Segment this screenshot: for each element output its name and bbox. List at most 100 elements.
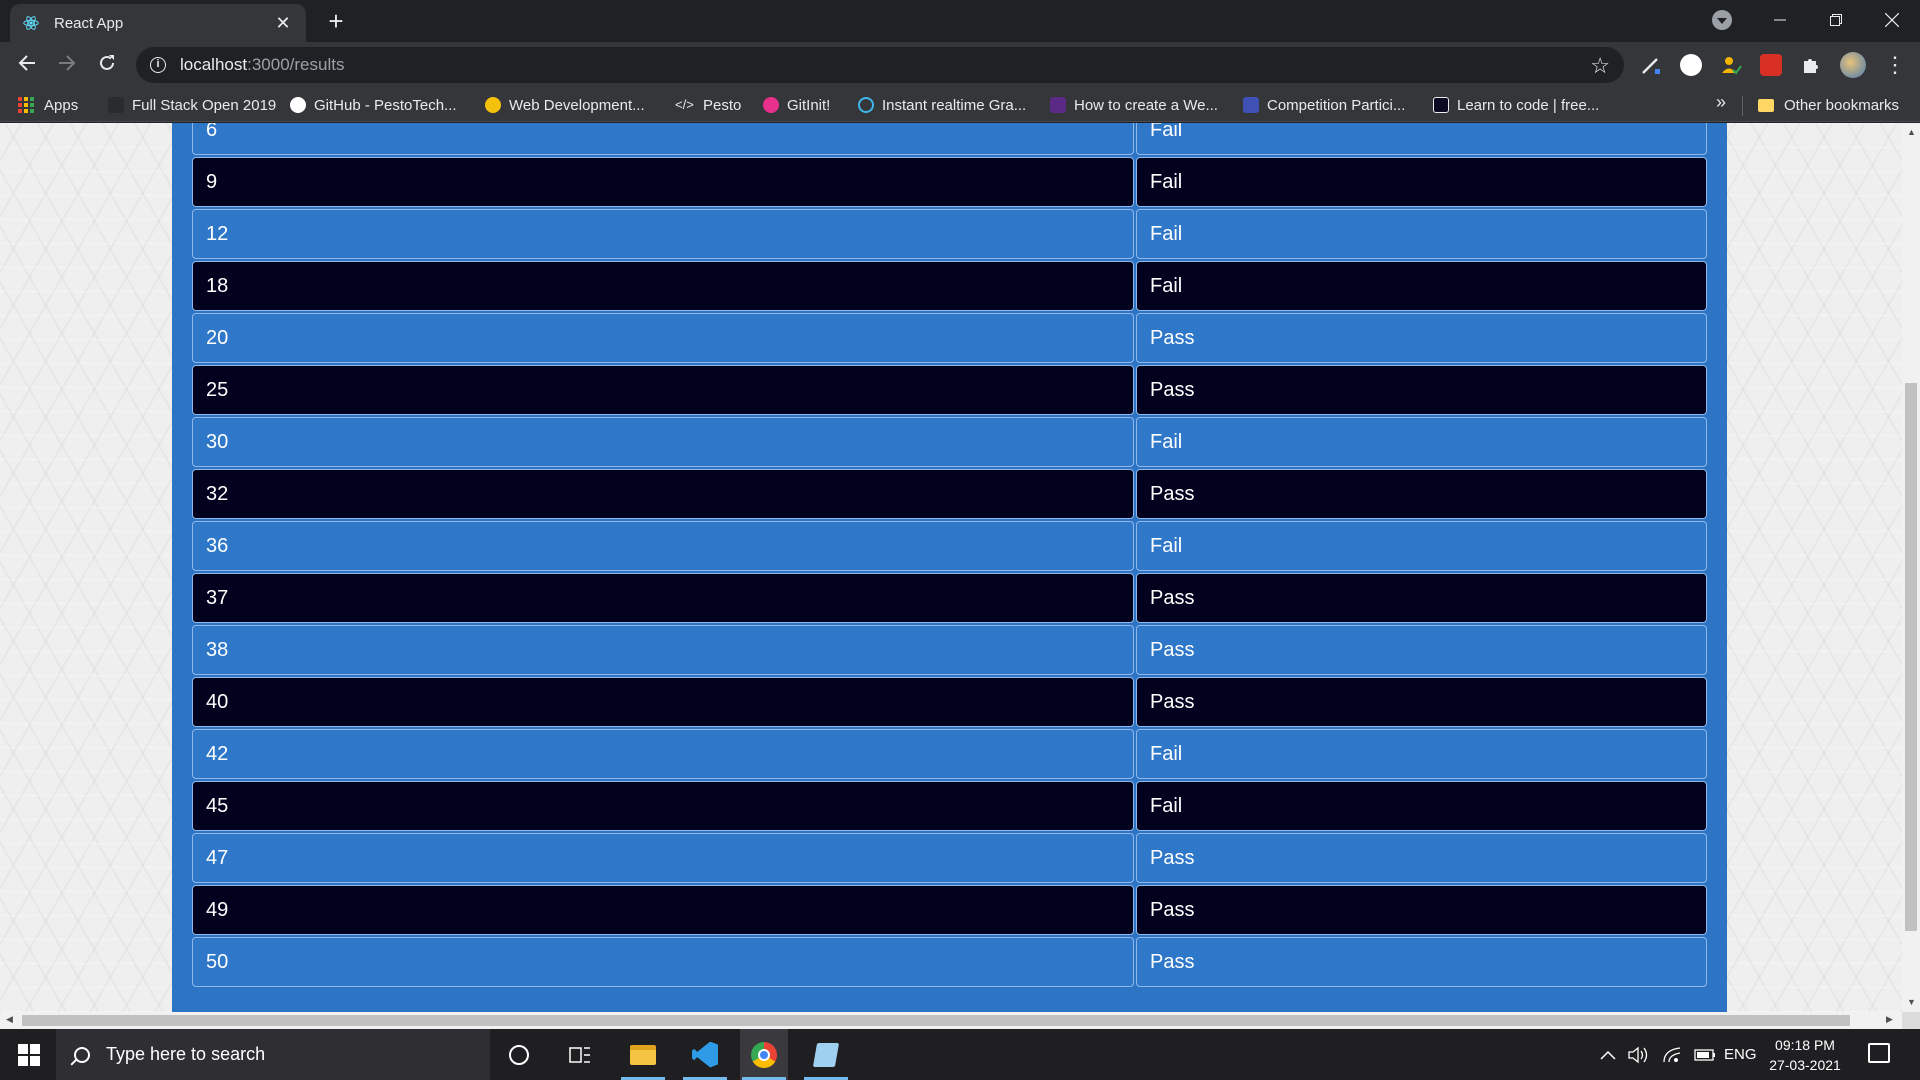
scroll-left-icon[interactable]: ◀: [6, 1014, 13, 1025]
bookmarks-bar: Apps Full Stack Open 2019 GitHub - Pesto…: [0, 88, 1920, 122]
clock-time: 09:18 PM: [1775, 1037, 1835, 1053]
taskbar-search-box[interactable]: Type here to search: [56, 1029, 490, 1080]
address-bar[interactable]: i localhost:3000/results ☆: [136, 47, 1624, 83]
bookmark-pesto[interactable]: </> Pesto: [675, 94, 741, 116]
volume-icon[interactable]: [1628, 1029, 1650, 1080]
site-info-icon[interactable]: i: [150, 57, 166, 73]
result-row: 9 Fail: [192, 157, 1707, 207]
result-number-cell: 9: [192, 157, 1134, 207]
scroll-up-icon[interactable]: ▲: [1907, 127, 1916, 137]
result-row: 49 Pass: [192, 885, 1707, 935]
close-window-icon[interactable]: [1864, 0, 1920, 40]
bookmark-label: How to create a We...: [1074, 96, 1218, 114]
file-explorer-icon[interactable]: [619, 1029, 667, 1080]
url-path: :3000/results: [247, 55, 345, 74]
bookmark-how-to-create[interactable]: How to create a We...: [1050, 94, 1218, 116]
bookmark-label: Web Development...: [509, 96, 645, 114]
result-status-cell: Fail: [1136, 157, 1707, 207]
vertical-scroll-thumb[interactable]: [1905, 383, 1917, 931]
result-row: 36 Fail: [192, 521, 1707, 571]
result-number-cell: 47: [192, 833, 1134, 883]
more-bookmarks-button[interactable]: »: [1716, 92, 1726, 113]
react-icon: [23, 16, 39, 30]
result-row: 20 Pass: [192, 313, 1707, 363]
result-number-cell: 45: [192, 781, 1134, 831]
reload-icon[interactable]: [92, 50, 122, 80]
scroll-right-icon[interactable]: ▶: [1886, 1014, 1893, 1025]
result-number-cell: 18: [192, 261, 1134, 311]
pen-extension-icon[interactable]: [1640, 54, 1662, 76]
url-host: localhost: [180, 55, 248, 74]
search-placeholder: Type here to search: [106, 1044, 266, 1064]
result-number-cell: 40: [192, 677, 1134, 727]
task-view-icon[interactable]: [556, 1029, 604, 1080]
bookmark-page-icon: [485, 97, 501, 113]
cortana-icon[interactable]: [495, 1029, 543, 1080]
browser-tab[interactable]: React App ✕: [10, 4, 306, 42]
bookmark-gitinit[interactable]: GitInit!: [763, 94, 830, 116]
bookmark-label: Instant realtime Gra...: [882, 96, 1027, 114]
result-row: 12 Fail: [192, 209, 1707, 259]
extensions-puzzle-icon[interactable]: [1800, 54, 1822, 76]
result-number-cell: 6: [192, 123, 1134, 155]
chrome-icon[interactable]: [740, 1029, 788, 1080]
back-icon[interactable]: [12, 50, 42, 80]
bookmarks-divider: [1742, 96, 1743, 116]
horizontal-scroll-thumb[interactable]: [22, 1015, 1850, 1026]
bookmark-star-icon[interactable]: ☆: [1590, 53, 1610, 79]
bookmark-label: GitHub - PestoTech...: [314, 96, 457, 114]
language-indicator[interactable]: ENG: [1724, 1029, 1757, 1080]
result-status-cell: Fail: [1136, 521, 1707, 571]
result-status-cell: Pass: [1136, 573, 1707, 623]
close-tab-icon[interactable]: ✕: [272, 13, 294, 34]
hasura-icon: [858, 97, 874, 113]
result-status-cell: Pass: [1136, 885, 1707, 935]
bookmark-apps[interactable]: Apps: [18, 94, 78, 116]
notifications-icon[interactable]: [1868, 1043, 1890, 1063]
new-tab-button[interactable]: +: [322, 8, 350, 36]
bookmark-full-stack-open[interactable]: Full Stack Open 2019: [108, 94, 276, 116]
tab-search-icon[interactable]: [1712, 10, 1732, 30]
calendar-icon: [1243, 97, 1259, 113]
vscode-icon[interactable]: [681, 1029, 729, 1080]
bookmark-label: Other bookmarks: [1784, 96, 1900, 114]
user-sync-extension-icon[interactable]: [1720, 54, 1742, 76]
bookmark-page-icon: [108, 97, 124, 113]
result-status-cell: Pass: [1136, 833, 1707, 883]
other-bookmarks-folder[interactable]: Other bookmarks: [1758, 94, 1899, 116]
tab-title: React App: [54, 14, 124, 32]
scroll-down-icon[interactable]: ▼: [1907, 997, 1916, 1007]
bookmark-web-development[interactable]: Web Development...: [485, 94, 645, 116]
profile-extension-icon[interactable]: [1680, 54, 1702, 76]
result-row: 6 Fail: [192, 123, 1707, 155]
horizontal-scrollbar[interactable]: ◀ ▶: [0, 1012, 1902, 1029]
bookmark-competition[interactable]: Competition Partici...: [1243, 94, 1405, 116]
bookmark-github[interactable]: GitHub - PestoTech...: [290, 94, 457, 116]
show-hidden-icons-icon[interactable]: [1600, 1029, 1616, 1080]
wifi-icon[interactable]: [1662, 1029, 1682, 1080]
menu-kebab-icon[interactable]: ⋮: [1880, 50, 1910, 80]
vertical-scrollbar[interactable]: ▲ ▼: [1902, 123, 1920, 1012]
bookmark-label: Full Stack Open 2019: [132, 96, 277, 114]
forward-icon[interactable]: [52, 50, 82, 80]
result-row: 42 Fail: [192, 729, 1707, 779]
result-status-cell: Pass: [1136, 937, 1707, 987]
windows-start-icon[interactable]: [18, 1044, 40, 1066]
tab-strip: React App ✕ +: [0, 0, 1920, 42]
result-number-cell: 25: [192, 365, 1134, 415]
battery-icon[interactable]: [1694, 1029, 1716, 1080]
bookmark-freecodecamp[interactable]: Learn to code | free...: [1433, 94, 1599, 116]
search-icon: [74, 1046, 90, 1063]
bookmark-hasura[interactable]: Instant realtime Gra...: [858, 94, 1026, 116]
windows-taskbar: Type here to search ENG 09:18 PM 27-03-2…: [0, 1029, 1920, 1080]
result-number-cell: 50: [192, 937, 1134, 987]
notes-app-icon[interactable]: [802, 1029, 850, 1080]
avatar[interactable]: [1840, 52, 1866, 78]
restore-icon[interactable]: [1808, 0, 1864, 40]
red-extension-icon[interactable]: [1760, 54, 1782, 76]
result-number-cell: 12: [192, 209, 1134, 259]
taskbar-clock[interactable]: 09:18 PM 27-03-2021: [1760, 1035, 1850, 1075]
result-row: 40 Pass: [192, 677, 1707, 727]
minimize-icon[interactable]: [1752, 0, 1808, 40]
result-row: 47 Pass: [192, 833, 1707, 883]
